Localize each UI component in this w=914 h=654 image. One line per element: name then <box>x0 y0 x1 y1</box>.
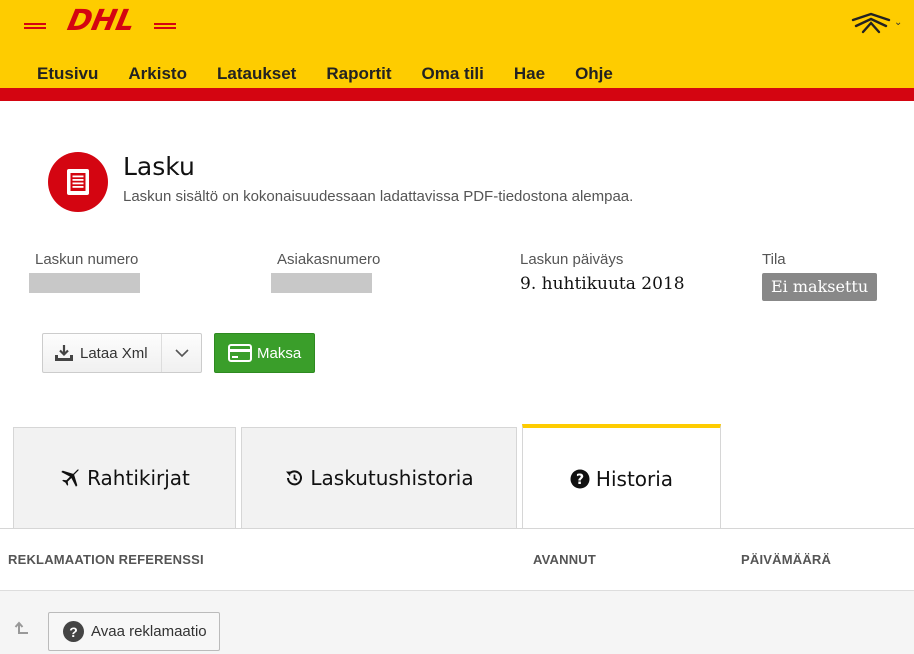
chevron-down-icon <box>174 348 189 357</box>
tab-label: Rahtikirjat <box>87 466 190 490</box>
tab-historia[interactable]: ? Historia <box>522 424 721 529</box>
pay-label: Maksa <box>257 344 302 362</box>
status-badge: Ei maksettu <box>762 273 878 301</box>
header-accent-line <box>0 88 914 101</box>
column-header-date[interactable]: PÄIVÄMÄÄRÄ <box>741 552 831 567</box>
document-icon <box>48 152 108 212</box>
invoice-date-value: 9. huhtikuuta 2018 <box>520 274 685 294</box>
open-claim-button[interactable]: ? Avaa reklamaatio <box>48 612 220 651</box>
download-xml-split-button: Lataa Xml <box>42 333 202 373</box>
plane-icon <box>61 469 79 487</box>
tab-label: Historia <box>595 466 674 491</box>
download-format-dropdown[interactable] <box>161 334 201 372</box>
svg-text:?: ? <box>576 472 584 488</box>
nav-item-lataukset[interactable]: Lataukset <box>202 62 311 86</box>
open-claim-label: Avaa reklamaatio <box>91 623 207 640</box>
status-label: Tila <box>762 251 786 268</box>
page-title: Lasku <box>123 152 195 181</box>
invoice-date-label: Laskun päiväys <box>520 251 624 268</box>
customer-number-label: Asiakasnumero <box>277 251 381 268</box>
customer-number-redacted <box>271 273 372 293</box>
invoice-number-label: Laskun numero <box>35 251 139 268</box>
svg-text:DHL: DHL <box>65 4 139 34</box>
header-bar: DHL ⌄ Etusivu Arkisto Lataukset Raportit… <box>0 0 914 88</box>
user-avatar-icon <box>851 12 891 34</box>
download-icon <box>55 345 73 361</box>
tabs-divider <box>0 528 914 529</box>
column-header-reference[interactable]: REKLAMAATION REFERENSSI <box>8 552 204 567</box>
pay-button[interactable]: Maksa <box>214 333 315 373</box>
main-nav: Etusivu Arkisto Lataukset Raportit Oma t… <box>22 62 628 86</box>
nav-item-arkisto[interactable]: Arkisto <box>113 62 202 86</box>
tab-rahtikirjat[interactable]: Rahtikirjat <box>13 427 236 528</box>
nav-item-etusivu[interactable]: Etusivu <box>22 62 113 86</box>
nav-item-oma-tili[interactable]: Oma tili <box>407 62 499 86</box>
download-xml-button[interactable]: Lataa Xml <box>43 334 161 372</box>
page-subtitle: Laskun sisältö on kokonaisuudessaan lada… <box>123 188 634 205</box>
credit-card-icon <box>228 344 252 362</box>
download-xml-label: Lataa Xml <box>80 344 148 362</box>
user-menu[interactable]: ⌄ <box>850 8 910 36</box>
column-header-opened[interactable]: AVANNUT <box>533 552 596 567</box>
nav-item-hae[interactable]: Hae <box>499 62 560 86</box>
tab-laskutushistoria[interactable]: Laskutushistoria <box>241 427 517 528</box>
tab-label: Laskutushistoria <box>310 466 474 490</box>
invoice-number-redacted <box>29 273 140 293</box>
history-icon <box>286 470 303 486</box>
nav-item-ohje[interactable]: Ohje <box>560 62 628 86</box>
help-icon: ? <box>63 621 84 642</box>
question-icon: ? <box>570 469 590 488</box>
level-up-icon[interactable] <box>14 620 30 636</box>
dhl-logo[interactable]: DHL <box>22 4 178 34</box>
nav-item-raportit[interactable]: Raportit <box>311 62 406 86</box>
chevron-down-icon: ⌄ <box>894 16 903 28</box>
